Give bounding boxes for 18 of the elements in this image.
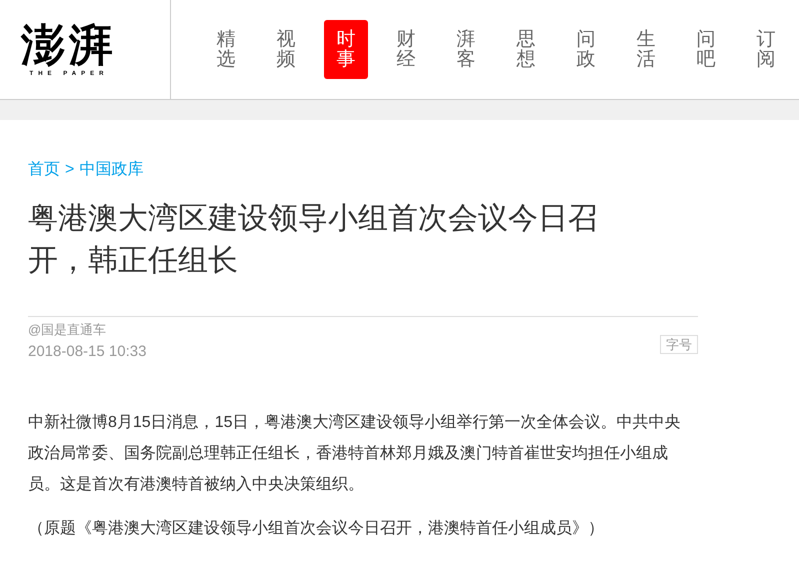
nav-tab[interactable]: 时事 xyxy=(324,20,368,79)
nav-tab[interactable]: 思想 xyxy=(504,20,548,79)
nav-tab[interactable]: 视频 xyxy=(264,20,308,79)
author-name: @国是直通车 xyxy=(28,321,108,339)
publish-date: 2018-08-15 10:33 xyxy=(28,342,146,362)
nav-tab[interactable]: 订阅 xyxy=(744,20,788,79)
nav-tab[interactable]: 精选 xyxy=(204,20,248,79)
nav-tab[interactable]: 生活 xyxy=(624,20,668,79)
nav-tab[interactable]: 湃客 xyxy=(444,20,488,79)
nav-tab[interactable]: 问吧 xyxy=(684,20,728,79)
article-note: （原题《粤港澳大湾区建设领导小组首次会议今日召开，港澳特首任小组成员》） xyxy=(28,518,605,539)
nav-tab[interactable]: 问政 xyxy=(564,20,608,79)
breadcrumb-separator: > xyxy=(65,160,74,180)
article-paragraph: 中新社微博8月15日消息，15日，粤港澳大湾区建设领导小组举行第一次全体会议。中共中央政治局常委、国务院副总理韩正任组长，香港特首林郑月娥及澳门特首崔世安均担任小组成员。这是首次有港澳特首被纳入中央决策组织。 xyxy=(28,412,682,495)
article-title: 粤港澳大湾区建设领导小组首次会议今日召开，韩正任组长 xyxy=(28,201,599,279)
breadcrumb-link[interactable]: 中国政库 xyxy=(79,158,144,182)
nav-tab[interactable]: 财经 xyxy=(384,20,428,79)
breadcrumb-link[interactable]: 首页 xyxy=(28,158,60,182)
